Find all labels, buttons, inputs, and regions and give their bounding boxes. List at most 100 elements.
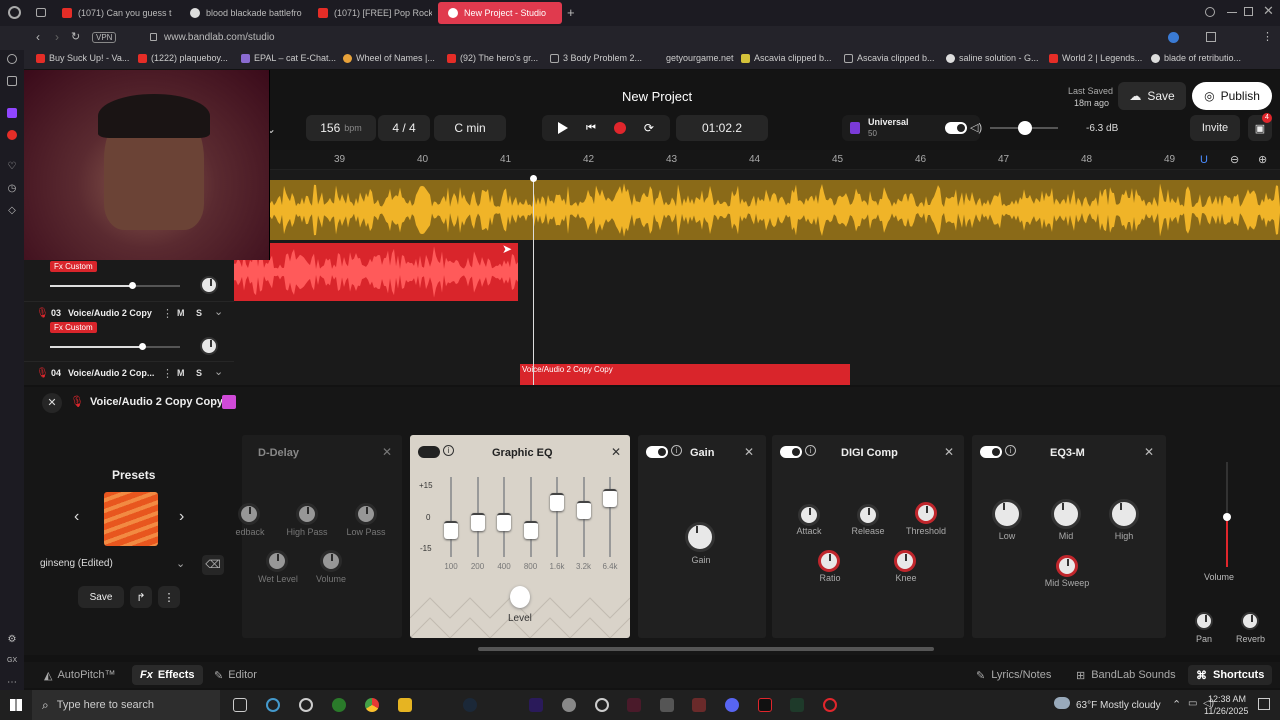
universal-control[interactable]: Universal 50 [842, 115, 980, 141]
effect-toggle[interactable] [780, 446, 802, 458]
music-icon[interactable] [7, 130, 17, 140]
xbox-icon[interactable] [332, 698, 346, 712]
tab-2[interactable]: blood blackade battlefron [180, 2, 302, 24]
effect-toggle[interactable] [646, 446, 668, 458]
messenger-icon[interactable] [7, 54, 17, 64]
bookmark-2[interactable]: (1222) plaqueboy... [138, 53, 228, 63]
eq-slider-track[interactable] [529, 477, 532, 557]
high-knob[interactable] [1109, 499, 1139, 529]
task-view-icon[interactable] [233, 698, 247, 712]
url-text[interactable]: www.bandlab.com/studio [164, 32, 275, 43]
zoom-out-icon[interactable]: ⊖ [1230, 153, 1239, 166]
eq-slider-thumb[interactable] [603, 489, 617, 507]
notifications-icon[interactable] [1258, 698, 1270, 710]
project-title[interactable]: New Project [622, 89, 692, 104]
bookmark-8[interactable]: Ascavia clipped b... [741, 53, 832, 63]
app-icon[interactable] [299, 698, 313, 712]
effect-card-gain[interactable]: i Gain ✕ Gain [638, 435, 766, 638]
playhead-handle[interactable] [530, 175, 537, 182]
track-volume-thumb[interactable] [129, 282, 136, 289]
bookmark-10[interactable]: saline solution - G... [946, 53, 1039, 63]
bpm-field[interactable]: 156 bpm [306, 115, 376, 141]
minimize-button[interactable] [1227, 12, 1237, 13]
playhead[interactable] [533, 175, 534, 385]
pan-knob[interactable] [200, 276, 218, 294]
track-header-04[interactable]: 🎙 04 Voice/Audio 2 Cop... ⋮ M S ⌄ [24, 361, 234, 385]
gx-icon[interactable]: GX [7, 656, 17, 666]
more-icon[interactable]: ⋯ [7, 678, 17, 688]
steam-icon[interactable] [463, 698, 477, 712]
attack-knob[interactable] [798, 504, 820, 526]
bookmark-12[interactable]: blade of retributio... [1151, 53, 1241, 63]
eq-slider-thumb[interactable] [444, 521, 458, 539]
info-icon[interactable]: i [671, 445, 682, 456]
pan-knob[interactable] [1195, 612, 1213, 630]
fx-custom-badge[interactable]: Fx Custom [50, 261, 97, 272]
tab-editor[interactable]: ✎ Editor [208, 666, 263, 684]
threshold-knob[interactable] [915, 502, 937, 524]
level-knob[interactable] [510, 586, 530, 608]
bookmark-7[interactable]: getyourgame.net [653, 53, 734, 63]
master-volume-thumb[interactable] [1018, 121, 1032, 135]
track-menu-icon[interactable]: ⋮ [162, 367, 173, 380]
mid-sweep-knob[interactable] [1056, 555, 1078, 577]
bookmark-1[interactable]: Buy Suck Up! - Va... [36, 53, 129, 63]
track-volume-thumb[interactable] [139, 343, 146, 350]
eq-slider-track[interactable] [450, 477, 452, 557]
track-menu-icon[interactable]: ⋮ [162, 307, 173, 320]
info-icon[interactable]: i [805, 445, 816, 456]
app-icon[interactable] [823, 698, 837, 712]
preset-artwork[interactable] [104, 492, 158, 546]
volume-knob[interactable] [320, 550, 342, 572]
audio-region-red[interactable] [234, 243, 518, 301]
remove-effect-icon[interactable]: ✕ [611, 445, 621, 459]
invite-button[interactable]: Invite [1190, 115, 1240, 141]
opera-logo-icon[interactable] [8, 6, 21, 19]
pan-knob[interactable] [200, 337, 218, 355]
taskbar-search[interactable]: ⌕ Type here to search [32, 690, 220, 720]
publish-button[interactable]: ◎ Publish [1192, 82, 1272, 110]
file-explorer-icon[interactable] [398, 698, 412, 712]
reload-icon[interactable]: ↻ [71, 30, 80, 43]
remove-effect-icon[interactable]: ✕ [1144, 445, 1154, 459]
opera-gx-icon[interactable] [266, 698, 280, 712]
clock-time[interactable]: 12:38 AM [1208, 694, 1246, 704]
eq-slider-thumb[interactable] [576, 501, 591, 519]
solo-button[interactable]: S [196, 308, 202, 318]
app-icon[interactable] [562, 698, 576, 712]
effect-card-graphic-eq[interactable]: i Graphic EQ ✕ +15 0 -15 100 200 400 800 1.6… [410, 435, 630, 638]
effect-toggle[interactable] [980, 446, 1002, 458]
info-icon[interactable]: i [1005, 445, 1016, 456]
box-icon[interactable]: ◇ [7, 206, 17, 216]
vpn-badge[interactable]: VPN [92, 32, 117, 43]
ratio-knob[interactable] [818, 550, 840, 572]
effect-card-eq3[interactable]: i EQ3-M ✕ Low Mid High Mid Sweep [972, 435, 1166, 638]
master-volume-thumb[interactable] [1223, 513, 1231, 521]
extensions-puzzle-icon[interactable] [1206, 32, 1216, 42]
audio-region-yellow[interactable] [270, 180, 1280, 240]
bookmark-4[interactable]: Wheel of Names |... [343, 53, 435, 63]
lyrics-notes-button[interactable]: ✎ Lyrics/Notes [976, 666, 1051, 684]
eq-slider-thumb[interactable] [470, 513, 485, 531]
save-button[interactable]: ☁ Save [1118, 82, 1186, 110]
discord-icon[interactable] [725, 698, 739, 712]
mid-knob[interactable] [1051, 499, 1081, 529]
shortcuts-button[interactable]: ⌘ Shortcuts [1188, 665, 1273, 685]
effects-scrollbar[interactable] [478, 647, 934, 651]
solo-button[interactable]: S [196, 368, 202, 378]
eq-slider-thumb[interactable] [523, 521, 538, 539]
fx-custom-badge[interactable]: Fx Custom [50, 322, 97, 333]
chevron-down-icon[interactable]: ⌄ [214, 305, 223, 318]
close-window-button[interactable]: ✕ [1263, 3, 1274, 19]
chevron-down-icon[interactable]: ⌄ [214, 365, 223, 378]
preset-share-button[interactable]: ↱ [130, 586, 152, 608]
bookmark-6[interactable]: 3 Body Problem 2... [550, 53, 642, 63]
low-pass-knob[interactable] [355, 503, 377, 525]
app-icon[interactable] [692, 698, 706, 712]
tiktok-icon[interactable] [758, 698, 772, 712]
remove-effect-icon[interactable]: ✕ [944, 445, 954, 459]
release-knob[interactable] [857, 504, 879, 526]
audio-region-red-04[interactable]: Voice/Audio 2 Copy Copy [520, 364, 850, 385]
whatsapp-icon[interactable] [7, 76, 17, 86]
tab-3[interactable]: (1071) [FREE] Pop Rock x [308, 2, 432, 24]
